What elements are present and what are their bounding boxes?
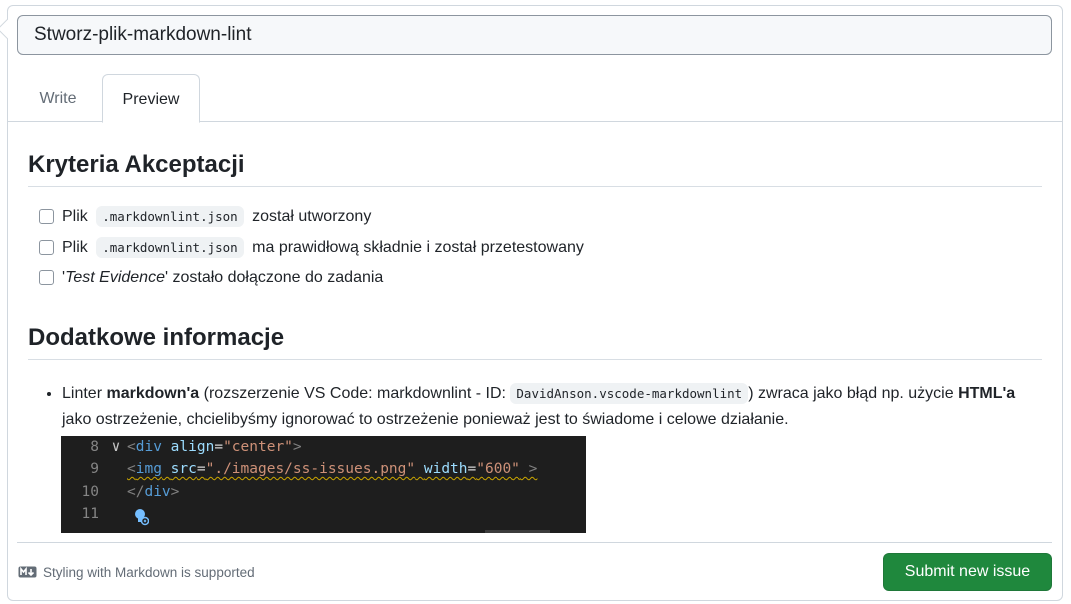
code-token: "600": [476, 461, 520, 477]
bullet-text-1: Linter: [62, 384, 107, 402]
fold-chevron-icon: ∨: [111, 438, 121, 455]
task-text-after: zostało dołączone do zadania: [168, 269, 384, 286]
inline-code: .markdownlint.json: [96, 206, 244, 227]
line-number: 11: [81, 506, 99, 522]
code-token: =: [467, 461, 477, 477]
tab-write[interactable]: Write: [18, 74, 98, 123]
inline-code: .markdownlint.json: [96, 236, 244, 258]
info-list-item: Linter markdown'a (rozszerzenie VS Code:…: [61, 380, 1042, 533]
code-token: div: [144, 483, 171, 500]
code-token: >: [519, 461, 538, 477]
editor-tabs: Write Preview: [8, 74, 1062, 123]
code-token: align: [170, 438, 215, 455]
markdown-preview: Kryteria Akceptacji Plik .markdownlint.j…: [28, 124, 1042, 542]
lightbulb-icon: [135, 508, 149, 525]
code-token: </: [127, 483, 145, 500]
code-token: =: [196, 461, 206, 477]
fold-gutter: [105, 458, 127, 481]
extension-id-code: DavidAnson.vscode-markdownlint: [510, 382, 749, 404]
task-text-before: Plik: [62, 238, 88, 256]
task-text-before: Plik: [62, 208, 88, 225]
fold-gutter: [105, 481, 127, 504]
heading-acceptance-criteria: Kryteria Akceptacji: [28, 150, 1042, 187]
code-token: <: [127, 461, 136, 477]
task-checkbox[interactable]: [39, 239, 54, 255]
code-token: <: [127, 438, 136, 455]
code-token: src: [170, 461, 197, 477]
tab-preview[interactable]: Preview: [102, 74, 200, 123]
submit-issue-button[interactable]: Submit new issue: [883, 553, 1052, 591]
code-token: "./images/ss-issues.png": [205, 461, 416, 477]
code-token: "center": [223, 438, 293, 455]
markdown-note-text: Styling with Markdown is supported: [43, 564, 255, 580]
comment-caret: [0, 19, 17, 39]
scrollbar-thumb: [485, 529, 550, 533]
task-item: Plik .markdownlint.json ma prawidłową sk…: [28, 236, 1042, 269]
issue-form: Write Preview Kryteria Akceptacji Plik .…: [0, 5, 1063, 601]
bold-html: HTML'a: [958, 384, 1016, 402]
warning-squiggle: <img src="./images/ss-issues.png" width=…: [127, 458, 537, 481]
task-text: 'Test Evidence' zostało dołączone do zad…: [62, 268, 383, 288]
bold-markdown: markdown'a: [106, 384, 200, 402]
markdown-support-note[interactable]: Styling with Markdown is supported: [18, 564, 255, 580]
fold-gutter: [105, 503, 127, 526]
task-emphasis: Test Evidence: [65, 269, 165, 286]
code-line: 8 ∨ < div align = "center" >: [61, 436, 586, 459]
task-text-after: ma prawidłową składnie i został przetest…: [252, 238, 584, 256]
code-token: div: [135, 438, 162, 455]
code-line: 9 <img src="./images/ss-issues.png" widt…: [61, 458, 586, 481]
task-item: 'Test Evidence' zostało dołączone do zad…: [28, 268, 1042, 299]
code-token: =: [214, 438, 224, 455]
task-text: Plik .markdownlint.json został utworzony: [62, 206, 372, 227]
code-line: 10 </div >: [61, 481, 586, 504]
task-text: Plik .markdownlint.json ma prawidłową sk…: [62, 236, 584, 258]
code-token: >: [170, 483, 180, 500]
footer-divider: [17, 542, 1052, 543]
line-number: 10: [81, 483, 99, 500]
bullet-text-3: ) zwraca jako błąd np. użycie: [748, 384, 959, 402]
issue-title-input[interactable]: [17, 15, 1052, 55]
markdown-icon: [18, 566, 37, 578]
task-checkbox[interactable]: [39, 209, 54, 224]
task-checkbox[interactable]: [39, 270, 54, 285]
task-text-after: został utworzony: [252, 208, 372, 225]
code-token: width: [423, 461, 468, 477]
code-token: >: [292, 438, 302, 455]
code-token: img: [135, 461, 162, 477]
code-screenshot: 8 ∨ < div align = "center" > 9 <img src="./i…: [61, 435, 586, 533]
line-number: 8: [90, 438, 99, 455]
task-list: Plik .markdownlint.json został utworzony…: [28, 206, 1042, 299]
line-number: 9: [90, 461, 99, 477]
task-item: Plik .markdownlint.json został utworzony: [28, 206, 1042, 238]
bullet-text-2: (rozszerzenie VS Code: markdownlint - ID…: [199, 384, 511, 402]
info-list: Linter markdown'a (rozszerzenie VS Code:…: [28, 380, 1042, 533]
heading-additional-info: Dodatkowe informacje: [28, 323, 1042, 360]
